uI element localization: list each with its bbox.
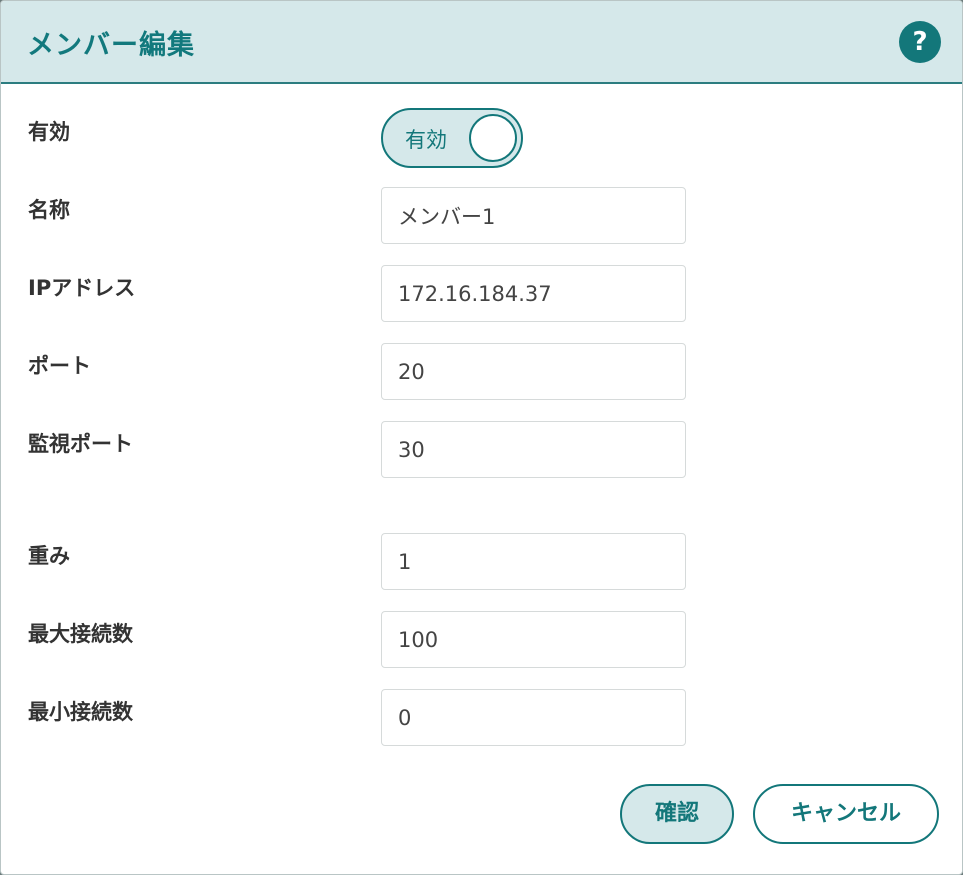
- max-connections-label: 最大接続数: [28, 622, 133, 646]
- ip-address-label: IPアドレス: [28, 276, 136, 300]
- min-connections-label: 最小接続数: [28, 700, 133, 724]
- enabled-toggle-text: 有効: [405, 128, 447, 152]
- monitor-port-input[interactable]: [381, 421, 686, 478]
- port-input[interactable]: [381, 343, 686, 400]
- name-input[interactable]: [381, 187, 686, 244]
- name-label: 名称: [28, 198, 70, 222]
- min-connections-input[interactable]: [381, 689, 686, 746]
- enabled-toggle[interactable]: 有効: [381, 108, 523, 168]
- question-icon: ?: [912, 27, 928, 57]
- weight-label: 重み: [28, 544, 70, 568]
- monitor-port-label: 監視ポート: [28, 432, 133, 456]
- enabled-label: 有効: [28, 120, 70, 144]
- dialog-header: メンバー編集 ?: [1, 1, 962, 84]
- ip-address-input[interactable]: [381, 265, 686, 322]
- dialog-title: メンバー編集: [27, 30, 195, 61]
- max-connections-input[interactable]: [381, 611, 686, 668]
- confirm-button[interactable]: 確認: [620, 784, 734, 844]
- toggle-knob: [469, 114, 517, 162]
- help-button[interactable]: ?: [899, 21, 941, 63]
- weight-input[interactable]: [381, 533, 686, 590]
- member-edit-dialog: メンバー編集 ? 有効 有効 名称 IPアドレス ポート 監視ポート 重み 最大…: [0, 0, 963, 875]
- cancel-button[interactable]: キャンセル: [753, 784, 939, 844]
- port-label: ポート: [28, 354, 91, 378]
